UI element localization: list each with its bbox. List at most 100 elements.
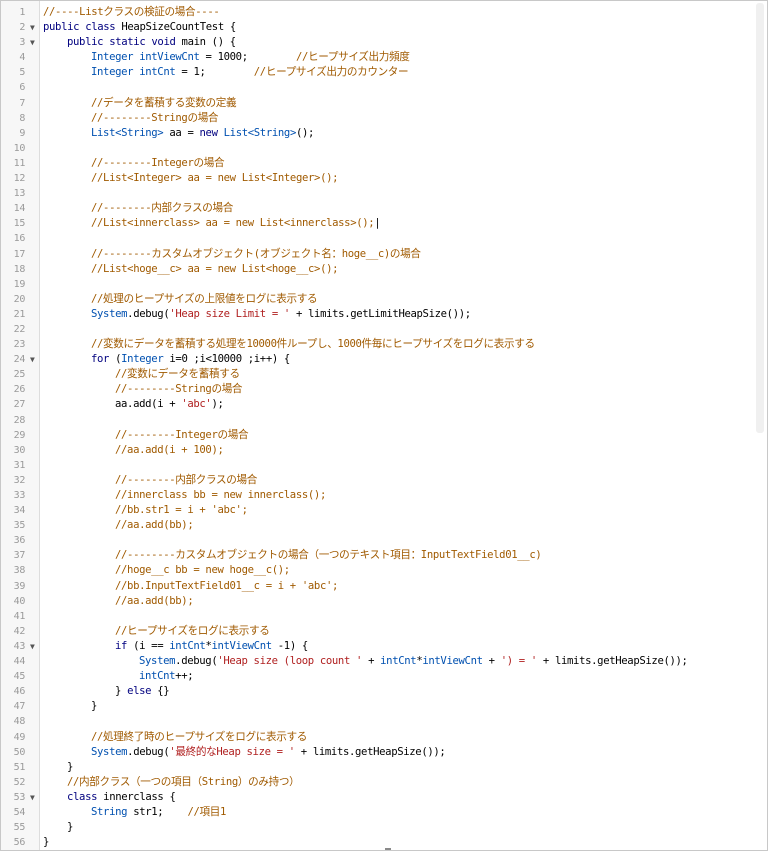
code-line[interactable]: 15 //List<innerclass> aa = new List<inner… [1, 216, 753, 231]
line-number: 12 [13, 173, 26, 185]
code-token: public static void [67, 36, 182, 49]
code-line[interactable]: 32 //--------内部クラスの場合 [1, 473, 753, 488]
fold-arrow-icon[interactable]: ▼ [30, 790, 35, 805]
code-line[interactable]: 34 //bb.str1 = i + 'abc'; [1, 503, 753, 518]
code-line[interactable]: 19 [1, 277, 753, 292]
code-line[interactable]: 49 //処理終了時のヒープサイズをログに表示する [1, 730, 753, 745]
code-line[interactable]: 20 //処理のヒープサイズの上限値をログに表示する [1, 292, 753, 307]
code-line[interactable]: 50 System.debug('最終的なHeap size = ' + limi… [1, 745, 753, 760]
scrollbar-thumb[interactable] [756, 3, 764, 433]
code-line[interactable]: 2 ▼ public class HeapSizeCountTest { [1, 20, 753, 35]
code-line[interactable]: 13 [1, 186, 753, 201]
fold-arrow-icon[interactable]: ▼ [30, 35, 35, 50]
code-line[interactable]: 12 //List<Integer> aa = new List<Integer>… [1, 171, 753, 186]
code-line[interactable]: 43 ▼ if (i == intCnt*intViewCnt -1) { [1, 639, 753, 654]
code-text: //aa.add(bb); [115, 518, 194, 533]
code-line[interactable]: 38 //hoge__c bb = new hoge__c(); [1, 563, 753, 578]
code-line[interactable]: 41 [1, 609, 753, 624]
line-number: 28 [13, 414, 26, 426]
line-number: 44 [13, 656, 26, 668]
code-token: + [482, 655, 501, 668]
code-text: if (i == intCnt*intViewCnt -1) { [115, 639, 308, 654]
code-text: //--------Stringの場合 [115, 382, 243, 397]
line-number: 25 [13, 369, 26, 381]
code-text: System.debug('Heap size (loop count ' + … [139, 654, 688, 669]
code-line[interactable]: 51} [1, 760, 753, 775]
line-number: 16 [13, 233, 26, 245]
code-token: //innerclass bb = new innerclass(); [115, 489, 326, 501]
code-line[interactable]: 14 //--------内部クラスの場合 [1, 201, 753, 216]
code-line[interactable]: 54 String str1; //項目1 [1, 805, 753, 820]
code-line[interactable]: 17 //--------カスタムオブジェクト(オブジェクト名：hoge__c)の… [1, 247, 753, 262]
line-number: 23 [13, 339, 26, 351]
code-line[interactable]: 55} [1, 820, 753, 835]
code-line[interactable]: 53 ▼ class innerclass { [1, 790, 753, 805]
code-line[interactable]: 36 [1, 533, 753, 548]
code-line[interactable]: 42 //ヒープサイズをログに表示する [1, 624, 753, 639]
code-text: //データを蓄積する変数の定義 [91, 96, 237, 111]
code-line[interactable]: 48 [1, 714, 753, 729]
code-line[interactable]: 1 //----Listクラスの検証の場合---- [1, 5, 753, 20]
code-line[interactable]: 31 [1, 458, 753, 473]
code-token: str1; [127, 805, 188, 818]
code-text: //bb.str1 = i + 'abc'; [115, 503, 248, 518]
fold-arrow-icon[interactable]: ▼ [30, 352, 35, 367]
code-token: List<String> [91, 126, 164, 139]
code-line[interactable]: 22 [1, 322, 753, 337]
code-token: intCnt [380, 655, 417, 668]
vertical-scrollbar[interactable] [753, 1, 767, 850]
code-line[interactable]: 8 //--------Stringの場合 [1, 111, 753, 126]
line-number: 32 [13, 474, 26, 486]
code-token: | [374, 217, 381, 230]
code-token: System [139, 655, 176, 668]
code-token: public class [43, 21, 122, 34]
code-line[interactable]: 52 //内部クラス（一つの項目（String）のみ持つ） [1, 775, 753, 790]
code-line[interactable]: 21 System.debug('Heap size Limit = ' + li… [1, 307, 753, 322]
code-line[interactable]: 33 //innerclass bb = new innerclass(); [1, 488, 753, 503]
code-line[interactable]: 44 System.debug('Heap size (loop count ' … [1, 654, 753, 669]
code-token: .debug( [127, 307, 170, 320]
code-line[interactable]: 24 ▼ for (Integer i=0 ;i<10000 ;i++) { [1, 352, 753, 367]
code-token: System [91, 745, 128, 758]
code-line[interactable]: 10 [1, 141, 753, 156]
code-line[interactable]: 46} else {} [1, 684, 753, 699]
code-token: Integer intViewCnt [91, 51, 200, 64]
code-line[interactable]: 25 //変数にデータを蓄積する [1, 367, 753, 382]
fold-arrow-icon[interactable]: ▼ [30, 20, 35, 35]
code-line[interactable]: 35 //aa.add(bb); [1, 518, 753, 533]
code-line[interactable]: 7 //データを蓄積する変数の定義 [1, 96, 753, 111]
code-line[interactable]: 9 List<String> aa = new List<String>(); [1, 126, 753, 141]
code-line[interactable]: 30 //aa.add(i + 100); [1, 443, 753, 458]
code-text: String str1; //項目1 [91, 805, 226, 820]
code-line[interactable]: 27 aa.add(i + 'abc'); [1, 397, 753, 412]
code-line[interactable]: 45 intCnt++; [1, 669, 753, 684]
code-line[interactable]: 29 //--------Integerの場合 [1, 428, 753, 443]
code-line[interactable]: 6 [1, 80, 753, 95]
code-editor[interactable]: 1 //----Listクラスの検証の場合---- 2 ▼ public class H… [0, 0, 768, 851]
code-line[interactable]: 4 Integer intViewCnt = 1000; //ヒープサイズ出力頻度 [1, 50, 753, 65]
fold-arrow-icon[interactable]: ▼ [30, 639, 35, 654]
code-line[interactable]: 28 [1, 413, 753, 428]
code-line[interactable]: 56} [1, 835, 753, 850]
code-token: '最終的なHeap size = ' [169, 745, 295, 758]
line-number: 38 [13, 565, 26, 577]
code-text: //List<innerclass> aa = new List<innercl… [91, 216, 381, 231]
code-line[interactable]: 16 [1, 231, 753, 246]
code-line[interactable]: 23 //変数にデータを蓄積する処理を10000件ループし、1000件毎にヒープサ… [1, 337, 753, 352]
code-text: //処理終了時のヒープサイズをログに表示する [91, 730, 307, 745]
code-line[interactable]: 11 //--------Integerの場合 [1, 156, 753, 171]
line-number: 49 [13, 731, 26, 743]
code-line[interactable]: 3 ▼ public static void main () { [1, 35, 753, 50]
code-line[interactable]: 37 //--------カスタムオブジェクトの場合（一つのテキスト項目：Inpu… [1, 548, 753, 563]
code-token: innerclass { [103, 790, 176, 803]
code-text: class innerclass { [67, 790, 176, 805]
line-number: 41 [13, 610, 26, 622]
code-line[interactable]: 18 //List<hoge__c> aa = new List<hoge__c>… [1, 262, 753, 277]
code-line[interactable]: 40 //aa.add(bb); [1, 594, 753, 609]
line-number: 20 [13, 293, 26, 305]
code-line[interactable]: 5 Integer intCnt = 1; //ヒープサイズ出力のカウンター [1, 65, 753, 80]
code-line[interactable]: 26 //--------Stringの場合 [1, 382, 753, 397]
code-line[interactable]: 39 //bb.InputTextField01__c = i + 'abc'; [1, 579, 753, 594]
code-line[interactable]: 47} [1, 699, 753, 714]
line-number: 6 [19, 82, 25, 94]
